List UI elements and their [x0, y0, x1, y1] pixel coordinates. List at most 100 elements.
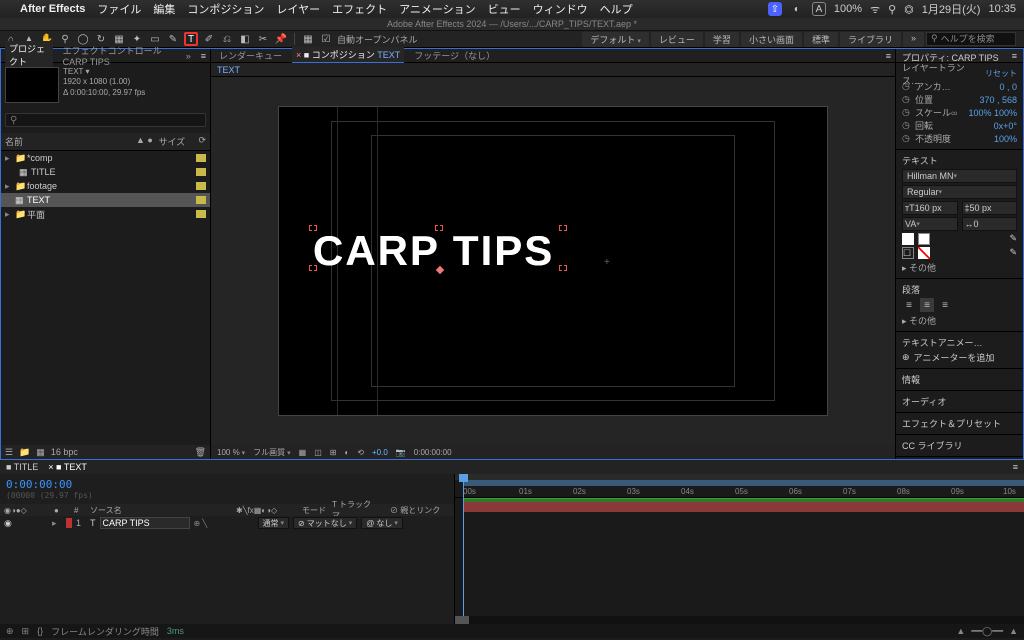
menu-layer[interactable]: レイヤー [276, 1, 320, 17]
mask-icon[interactable]: ◫ [314, 448, 322, 457]
tab-title-comp[interactable]: ■ TITLE [6, 462, 38, 472]
stopwatch-icon[interactable]: ◷ [902, 133, 911, 144]
roto-tool-icon[interactable]: ✂ [256, 32, 270, 46]
prop-position-value[interactable]: 370 , 568 [979, 95, 1017, 105]
timeline-layer-row[interactable]: ◉ ▸ 1 T ⊕ ╲ 通常 ⊘ マットなし @ なし [0, 516, 454, 530]
col-size[interactable]: サイズ [158, 135, 198, 148]
blend-mode-dropdown[interactable]: 通常 [258, 517, 290, 529]
checkbox-icon[interactable]: ☑ [319, 32, 333, 46]
align-left-icon[interactable]: ≡ [902, 298, 916, 312]
interpret-icon[interactable]: ☰ [5, 447, 13, 458]
text-layer[interactable]: CARP TIPS [313, 227, 554, 276]
text-handle[interactable] [559, 225, 567, 231]
link-icon[interactable]: ∞ [951, 108, 957, 118]
pickwhip-icon[interactable]: @ [366, 519, 374, 528]
col-source[interactable]: ソース名 [90, 505, 230, 516]
add-animator-icon[interactable]: ⊕ [902, 352, 910, 363]
channel-icon[interactable]: ◐ [344, 448, 349, 457]
reset-link[interactable]: リセット [985, 68, 1017, 79]
add-animator-button[interactable]: アニメーターを追加 [914, 351, 995, 364]
list-item[interactable]: ▸📁*comp [1, 151, 210, 165]
font-size-input[interactable]: ᴛT 160 px [902, 201, 958, 215]
col-switches-icon[interactable]: ✱╲fx▦◐◑◇ [236, 506, 296, 515]
grid-icon[interactable]: ▦ [299, 448, 307, 457]
label-tag[interactable] [196, 154, 206, 162]
help-search[interactable]: ⚲ヘルプを検索 [926, 32, 1016, 46]
prop-rotation-value[interactable]: 0x+0° [994, 121, 1017, 131]
menu-help[interactable]: ヘルプ [600, 1, 633, 17]
menu-window[interactable]: ウィンドウ [533, 1, 588, 17]
reset-exposure-icon[interactable]: ⟲ [357, 448, 364, 457]
text-handle[interactable] [309, 225, 317, 231]
menu-file[interactable]: ファイル [97, 1, 141, 17]
menu-composition[interactable]: コンポジション [187, 1, 264, 17]
puppet-tool-icon[interactable]: 📌 [274, 32, 288, 46]
eraser-tool-icon[interactable]: ◧ [238, 32, 252, 46]
text-handle[interactable] [309, 265, 317, 271]
zoom-handle[interactable] [455, 616, 469, 624]
canvas[interactable]: CARP TIPS + [278, 106, 828, 416]
clone-tool-icon[interactable]: ⎌ [220, 32, 234, 46]
exposure-value[interactable]: +0.0 [372, 448, 388, 457]
section-info[interactable]: 情報 [896, 369, 1023, 391]
playhead[interactable] [463, 474, 464, 624]
label-tag[interactable] [196, 168, 206, 176]
section-cc-library[interactable]: CC ライブラリ [896, 435, 1023, 457]
eyedropper-icon[interactable]: ✎ [1009, 247, 1017, 259]
menu-view[interactable]: ビュー [488, 1, 521, 17]
leading-input[interactable]: ‡ 50 px [962, 201, 1018, 215]
col-name[interactable]: 名前 [5, 135, 130, 148]
new-comp-icon[interactable]: ▦ [36, 447, 45, 458]
quality-dropdown[interactable]: フル画質 [253, 447, 290, 458]
menubar-time[interactable]: 10:35 [988, 3, 1016, 15]
menubar-date[interactable]: 1月29日(火) [922, 1, 981, 17]
type-tool-icon[interactable]: T [184, 32, 198, 46]
toggle-brackets-icon[interactable]: {} [37, 626, 43, 636]
text-handle[interactable] [435, 225, 443, 231]
app-name[interactable]: After Effects [20, 3, 85, 15]
more-text-options[interactable]: ▸ その他 [902, 261, 1017, 274]
stopwatch-icon[interactable]: ◷ [902, 120, 911, 131]
list-item[interactable]: ▸📁平面 [1, 207, 210, 221]
col-tag[interactable]: ▲ ● [130, 135, 158, 148]
toggle-modes-icon[interactable]: ⊞ [22, 626, 30, 637]
toggle-switches-icon[interactable]: ⊕ [6, 626, 14, 637]
workspace-small[interactable]: 小さい画面 [741, 32, 802, 47]
menu-effect[interactable]: エフェクト [332, 1, 387, 17]
panel-menu-icon[interactable]: ≡ [201, 51, 206, 61]
comp-mini-tab[interactable]: TEXT [217, 65, 240, 75]
text-handle[interactable] [559, 265, 567, 271]
panel-menu-icon[interactable]: ≡ [1013, 462, 1018, 472]
zoom-in-icon[interactable]: ▲ [1009, 626, 1018, 637]
workspace-default[interactable]: デフォルト [582, 32, 648, 47]
no-fill-swatch[interactable]: ☐ [902, 247, 914, 259]
stopwatch-icon[interactable]: ◷ [902, 81, 911, 92]
layer-name-input[interactable] [100, 517, 190, 529]
zoom-scrollbar[interactable] [455, 616, 1024, 624]
zoom-out-icon[interactable]: ▲ [956, 626, 965, 637]
control-center-icon[interactable]: ⏣ [904, 3, 914, 16]
workspace-review[interactable]: レビュー [651, 32, 703, 47]
work-area-bar[interactable] [463, 480, 1024, 486]
zoom-dropdown[interactable]: 100 % [217, 448, 245, 457]
spotlight-icon[interactable]: ⚲ [888, 3, 896, 16]
tab-composition[interactable]: × ■ コンポジション TEXT [292, 47, 404, 64]
prop-anchor-value[interactable]: 0 , 0 [999, 82, 1017, 92]
tab-render-queue[interactable]: レンダーキュー [215, 48, 286, 63]
trash-icon[interactable]: 🗑 [195, 447, 206, 458]
panel-menu-icon[interactable]: ≡ [886, 51, 891, 61]
brush-tool-icon[interactable]: ✐ [202, 32, 216, 46]
list-item[interactable]: ▸📁footage [1, 179, 210, 193]
workspace-library[interactable]: ライブラリ [840, 32, 901, 47]
tab-footage[interactable]: フッテージ（なし） [410, 48, 499, 63]
panel-menu-icon[interactable]: ≡ [1012, 51, 1017, 61]
track-matte-dropdown[interactable]: ⊘ マットなし [293, 517, 357, 529]
timeline-tracks[interactable]: 00s 01s 02s 03s 04s 05s 06s 07s 08s 09s … [455, 474, 1024, 624]
list-item[interactable]: ▦TEXT [1, 193, 210, 207]
composition-viewer[interactable]: CARP TIPS + [211, 77, 895, 445]
stopwatch-icon[interactable]: ◷ [902, 94, 911, 105]
stroke-swatch[interactable] [918, 233, 930, 245]
preview-time[interactable]: 0:00:00:00 [414, 448, 452, 457]
tab-text-comp[interactable]: × ■ TEXT [48, 462, 87, 472]
section-effects[interactable]: エフェクト＆プリセット [896, 413, 1023, 435]
